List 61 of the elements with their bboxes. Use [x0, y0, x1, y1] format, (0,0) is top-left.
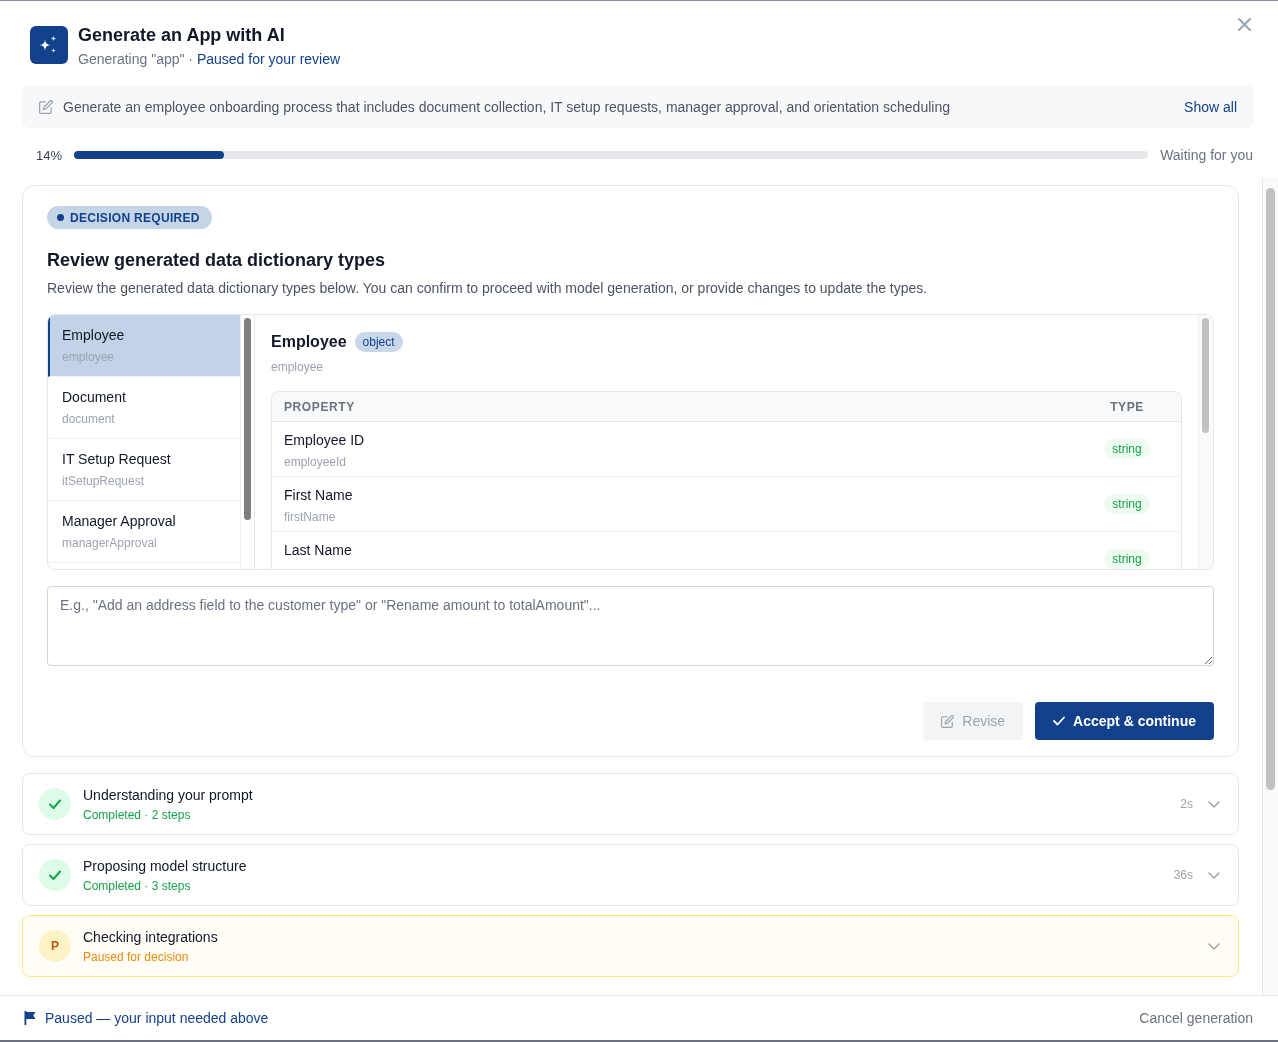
type-list-item[interactable]: Employee employee — [48, 315, 240, 377]
step-status: Completed · 2 steps — [83, 807, 191, 823]
column-header: PROPERTY — [284, 399, 356, 414]
scrollbar-thumb[interactable] — [1202, 318, 1209, 433]
property-name: Last Name — [284, 541, 352, 560]
scrollbar-thumb[interactable] — [1266, 188, 1275, 790]
progress-percent: 14% — [36, 147, 62, 163]
cancel-button[interactable]: Cancel generation — [1139, 1010, 1253, 1026]
type-key: employee — [62, 349, 115, 365]
type-key: managerApproval — [62, 535, 157, 551]
feedback-field[interactable]: E.g., "Add an address field to the customer type" or "Rename amount to totalAmount"... — [47, 586, 1214, 666]
type-key: document — [62, 411, 115, 427]
check-icon — [1053, 716, 1066, 726]
type-title: Employee — [271, 333, 347, 351]
dot-icon — [57, 214, 64, 221]
type-name: Employee — [62, 326, 125, 345]
type-tag: string — [1104, 439, 1150, 459]
footer-status: Paused — your input needed above — [45, 1010, 270, 1026]
show-all-link[interactable]: Show all — [1184, 98, 1237, 115]
close-button[interactable] — [1238, 18, 1251, 31]
property-name: First Name — [284, 486, 353, 505]
pencil-icon — [39, 99, 53, 114]
scrollbar-thumb[interactable] — [244, 318, 251, 520]
step-card[interactable]: Understanding your prompt Completed · 2 steps 2s — [22, 773, 1239, 835]
type-tag: string — [1104, 494, 1150, 514]
progress-status: Waiting for you — [1160, 147, 1253, 163]
step-status: Paused for decision — [83, 949, 189, 965]
type-tag: string — [1104, 549, 1150, 569]
step-status: Completed · 3 steps — [83, 878, 191, 894]
property-name: Employee ID — [284, 431, 365, 450]
accept-button[interactable]: Accept & continue — [1035, 702, 1214, 740]
step-initial: P — [39, 930, 71, 962]
step-title: Checking integrations — [83, 928, 218, 947]
step-title: Proposing model structure — [83, 857, 247, 876]
check-icon — [39, 859, 71, 891]
step-duration: 36s — [1173, 868, 1193, 882]
type-tag: object — [354, 332, 403, 352]
prompt-text: Generate an employee onboarding process that includes document collection, IT setup requests, manager approval, and orientation scheduling — [63, 98, 951, 115]
step-title: Understanding your prompt — [83, 786, 253, 805]
type-name: Document — [62, 388, 126, 407]
step-card[interactable]: Proposing model structure Completed · 3 steps 36s — [22, 844, 1239, 906]
step-duration: 2s — [1180, 797, 1193, 811]
review-heading: Review generated data dictionary types — [47, 249, 387, 272]
type-key: itSetupRequest — [62, 473, 145, 489]
decision-label: DECISION REQUIRED — [70, 210, 200, 225]
type-name: IT Setup Request — [62, 450, 171, 469]
check-icon — [39, 788, 71, 820]
step-card[interactable]: P Checking integrations Paused for decision — [22, 915, 1239, 977]
column-header: TYPE — [1109, 399, 1145, 414]
review-description: Review the generated data dictionary types below. You can confirm to proceed with model generation, or provide changes to update the types. — [47, 279, 929, 298]
type-name: Manager Approval — [62, 512, 176, 531]
pencil-icon — [941, 714, 955, 728]
flag-icon — [24, 1011, 36, 1025]
property-key: employeeId — [284, 454, 347, 470]
review-status: Paused for your review — [196, 51, 341, 67]
sparkles-icon — [30, 26, 68, 64]
close-icon — [1238, 18, 1251, 31]
property-key: firstName — [284, 509, 336, 525]
window-title: Generate an App with AI — [78, 24, 286, 46]
generation-subtitle: Generating "app" · — [78, 51, 193, 67]
type-key: employee — [271, 359, 1182, 375]
